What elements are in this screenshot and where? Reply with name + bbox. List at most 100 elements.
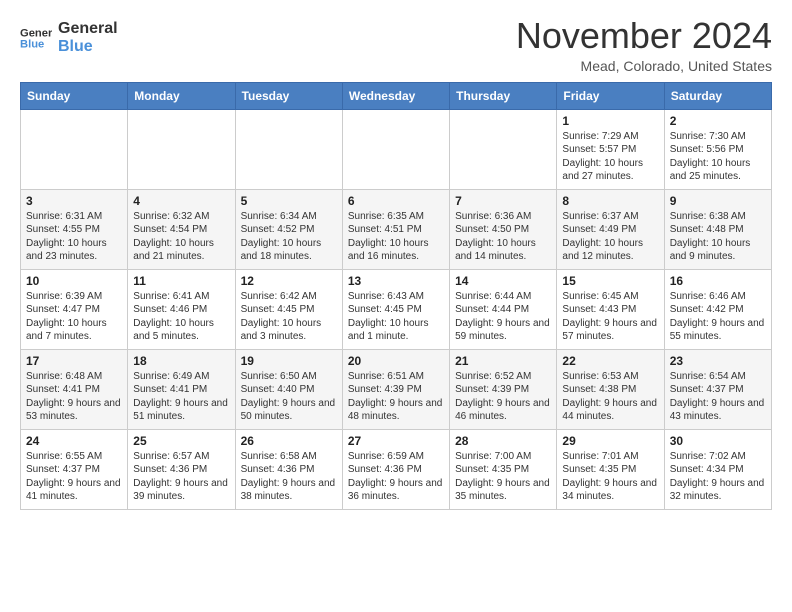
day-info: Sunrise: 6:37 AM Sunset: 4:49 PM Dayligh… — [562, 210, 658, 264]
calendar-header-monday: Monday — [128, 82, 235, 109]
day-number: 15 — [562, 274, 658, 288]
calendar-cell: 5 Sunrise: 6:34 AM Sunset: 4:52 PM Daylig… — [235, 189, 342, 269]
calendar-cell: 26Sunrise: 6:58 AM Sunset: 4:36 PM Dayli… — [235, 429, 342, 509]
day-info: Sunrise: 7:30 AM Sunset: 5:56 PM Dayligh… — [670, 130, 766, 184]
day-info: Sunrise: 6:39 AM Sunset: 4:47 PM Dayligh… — [26, 290, 122, 344]
day-number: 20 — [348, 354, 444, 368]
day-number: 29 — [562, 434, 658, 448]
calendar-cell: 11Sunrise: 6:41 AM Sunset: 4:46 PM Dayli… — [128, 269, 235, 349]
calendar-cell: 6Sunrise: 6:35 AM Sunset: 4:51 PM Daylig… — [342, 189, 449, 269]
day-info: Sunrise: 6:51 AM Sunset: 4:39 PM Dayligh… — [348, 370, 444, 424]
calendar-cell: 21 Sunrise: 6:52 AM Sunset: 4:39 PM Dayli… — [450, 349, 557, 429]
calendar-cell: 9 Sunrise: 6:38 AM Sunset: 4:48 PM Daylig… — [664, 189, 771, 269]
day-number: 3 — [26, 194, 122, 208]
day-number: 9 — [670, 194, 766, 208]
day-info: Sunrise: 6:31 AM Sunset: 4:55 PM Dayligh… — [26, 210, 122, 264]
calendar-header-friday: Friday — [557, 82, 664, 109]
calendar-cell: 3 Sunrise: 6:31 AM Sunset: 4:55 PM Daylig… — [21, 189, 128, 269]
calendar-cell: 7 Sunrise: 6:36 AM Sunset: 4:50 PM Daylig… — [450, 189, 557, 269]
calendar-header-sunday: Sunday — [21, 82, 128, 109]
day-number: 10 — [26, 274, 122, 288]
calendar-week-row: 1 Sunrise: 7:29 AM Sunset: 5:57 PM Daylig… — [21, 109, 772, 189]
title-block: November 2024 Mead, Colorado, United Sta… — [516, 16, 772, 74]
calendar-header-tuesday: Tuesday — [235, 82, 342, 109]
calendar-cell: 27 Sunrise: 6:59 AM Sunset: 4:36 PM Dayli… — [342, 429, 449, 509]
calendar-cell: 16Sunrise: 6:46 AM Sunset: 4:42 PM Dayli… — [664, 269, 771, 349]
page-header: General Blue General Blue November 2024 … — [20, 16, 772, 74]
day-number: 26 — [241, 434, 337, 448]
location-subtitle: Mead, Colorado, United States — [516, 58, 772, 74]
day-number: 7 — [455, 194, 551, 208]
logo-icon: General Blue — [20, 22, 52, 54]
day-info: Sunrise: 6:48 AM Sunset: 4:41 PM Dayligh… — [26, 370, 122, 424]
calendar-cell: 10 Sunrise: 6:39 AM Sunset: 4:47 PM Dayli… — [21, 269, 128, 349]
day-number: 28 — [455, 434, 551, 448]
calendar-cell: 22 Sunrise: 6:53 AM Sunset: 4:38 PM Dayli… — [557, 349, 664, 429]
calendar-week-row: 24 Sunrise: 6:55 AM Sunset: 4:37 PM Dayli… — [21, 429, 772, 509]
day-number: 12 — [241, 274, 337, 288]
day-info: Sunrise: 6:43 AM Sunset: 4:45 PM Dayligh… — [348, 290, 444, 344]
calendar-cell: 30 Sunrise: 7:02 AM Sunset: 4:34 PM Dayli… — [664, 429, 771, 509]
day-info: Sunrise: 6:49 AM Sunset: 4:41 PM Dayligh… — [133, 370, 229, 424]
calendar-header-saturday: Saturday — [664, 82, 771, 109]
day-number: 1 — [562, 114, 658, 128]
day-info: Sunrise: 6:38 AM Sunset: 4:48 PM Dayligh… — [670, 210, 766, 264]
calendar-cell — [450, 109, 557, 189]
day-number: 2 — [670, 114, 766, 128]
day-number: 14 — [455, 274, 551, 288]
calendar-cell: 15 Sunrise: 6:45 AM Sunset: 4:43 PM Dayli… — [557, 269, 664, 349]
calendar-header-wednesday: Wednesday — [342, 82, 449, 109]
day-number: 18 — [133, 354, 229, 368]
day-info: Sunrise: 6:52 AM Sunset: 4:39 PM Dayligh… — [455, 370, 551, 424]
day-number: 23 — [670, 354, 766, 368]
calendar-cell: 4 Sunrise: 6:32 AM Sunset: 4:54 PM Daylig… — [128, 189, 235, 269]
calendar-cell: 19 Sunrise: 6:50 AM Sunset: 4:40 PM Dayli… — [235, 349, 342, 429]
day-number: 24 — [26, 434, 122, 448]
day-number: 30 — [670, 434, 766, 448]
day-info: Sunrise: 6:42 AM Sunset: 4:45 PM Dayligh… — [241, 290, 337, 344]
calendar-cell: 25Sunrise: 6:57 AM Sunset: 4:36 PM Dayli… — [128, 429, 235, 509]
calendar-cell — [342, 109, 449, 189]
day-info: Sunrise: 6:36 AM Sunset: 4:50 PM Dayligh… — [455, 210, 551, 264]
calendar-cell — [128, 109, 235, 189]
day-info: Sunrise: 6:54 AM Sunset: 4:37 PM Dayligh… — [670, 370, 766, 424]
day-number: 21 — [455, 354, 551, 368]
day-info: Sunrise: 7:01 AM Sunset: 4:35 PM Dayligh… — [562, 450, 658, 504]
day-info: Sunrise: 6:53 AM Sunset: 4:38 PM Dayligh… — [562, 370, 658, 424]
day-info: Sunrise: 7:29 AM Sunset: 5:57 PM Dayligh… — [562, 130, 658, 184]
day-number: 22 — [562, 354, 658, 368]
calendar-cell: 8 Sunrise: 6:37 AM Sunset: 4:49 PM Daylig… — [557, 189, 664, 269]
day-info: Sunrise: 6:59 AM Sunset: 4:36 PM Dayligh… — [348, 450, 444, 504]
day-number: 8 — [562, 194, 658, 208]
calendar-cell: 2 Sunrise: 7:30 AM Sunset: 5:56 PM Daylig… — [664, 109, 771, 189]
day-number: 16 — [670, 274, 766, 288]
calendar-cell: 28Sunrise: 7:00 AM Sunset: 4:35 PM Dayli… — [450, 429, 557, 509]
day-number: 27 — [348, 434, 444, 448]
calendar-cell — [21, 109, 128, 189]
logo-line1: General — [58, 20, 118, 38]
day-info: Sunrise: 6:45 AM Sunset: 4:43 PM Dayligh… — [562, 290, 658, 344]
day-info: Sunrise: 6:55 AM Sunset: 4:37 PM Dayligh… — [26, 450, 122, 504]
day-info: Sunrise: 6:57 AM Sunset: 4:36 PM Dayligh… — [133, 450, 229, 504]
day-number: 11 — [133, 274, 229, 288]
day-number: 19 — [241, 354, 337, 368]
calendar-cell: 12 Sunrise: 6:42 AM Sunset: 4:45 PM Dayli… — [235, 269, 342, 349]
day-info: Sunrise: 6:34 AM Sunset: 4:52 PM Dayligh… — [241, 210, 337, 264]
day-number: 4 — [133, 194, 229, 208]
calendar-cell: 13Sunrise: 6:43 AM Sunset: 4:45 PM Dayli… — [342, 269, 449, 349]
day-info: Sunrise: 6:32 AM Sunset: 4:54 PM Dayligh… — [133, 210, 229, 264]
calendar-cell: 23 Sunrise: 6:54 AM Sunset: 4:37 PM Dayli… — [664, 349, 771, 429]
day-info: Sunrise: 7:02 AM Sunset: 4:34 PM Dayligh… — [670, 450, 766, 504]
day-info: Sunrise: 6:35 AM Sunset: 4:51 PM Dayligh… — [348, 210, 444, 264]
day-number: 17 — [26, 354, 122, 368]
logo: General Blue General Blue — [20, 20, 118, 57]
calendar-table: SundayMondayTuesdayWednesdayThursdayFrid… — [20, 82, 772, 510]
calendar-cell: 24 Sunrise: 6:55 AM Sunset: 4:37 PM Dayli… — [21, 429, 128, 509]
calendar-cell: 14Sunrise: 6:44 AM Sunset: 4:44 PM Dayli… — [450, 269, 557, 349]
calendar-week-row: 17 Sunrise: 6:48 AM Sunset: 4:41 PM Dayli… — [21, 349, 772, 429]
calendar-cell: 18 Sunrise: 6:49 AM Sunset: 4:41 PM Dayli… — [128, 349, 235, 429]
svg-text:Blue: Blue — [20, 39, 44, 51]
calendar-week-row: 10 Sunrise: 6:39 AM Sunset: 4:47 PM Dayli… — [21, 269, 772, 349]
day-number: 5 — [241, 194, 337, 208]
day-info: Sunrise: 6:50 AM Sunset: 4:40 PM Dayligh… — [241, 370, 337, 424]
